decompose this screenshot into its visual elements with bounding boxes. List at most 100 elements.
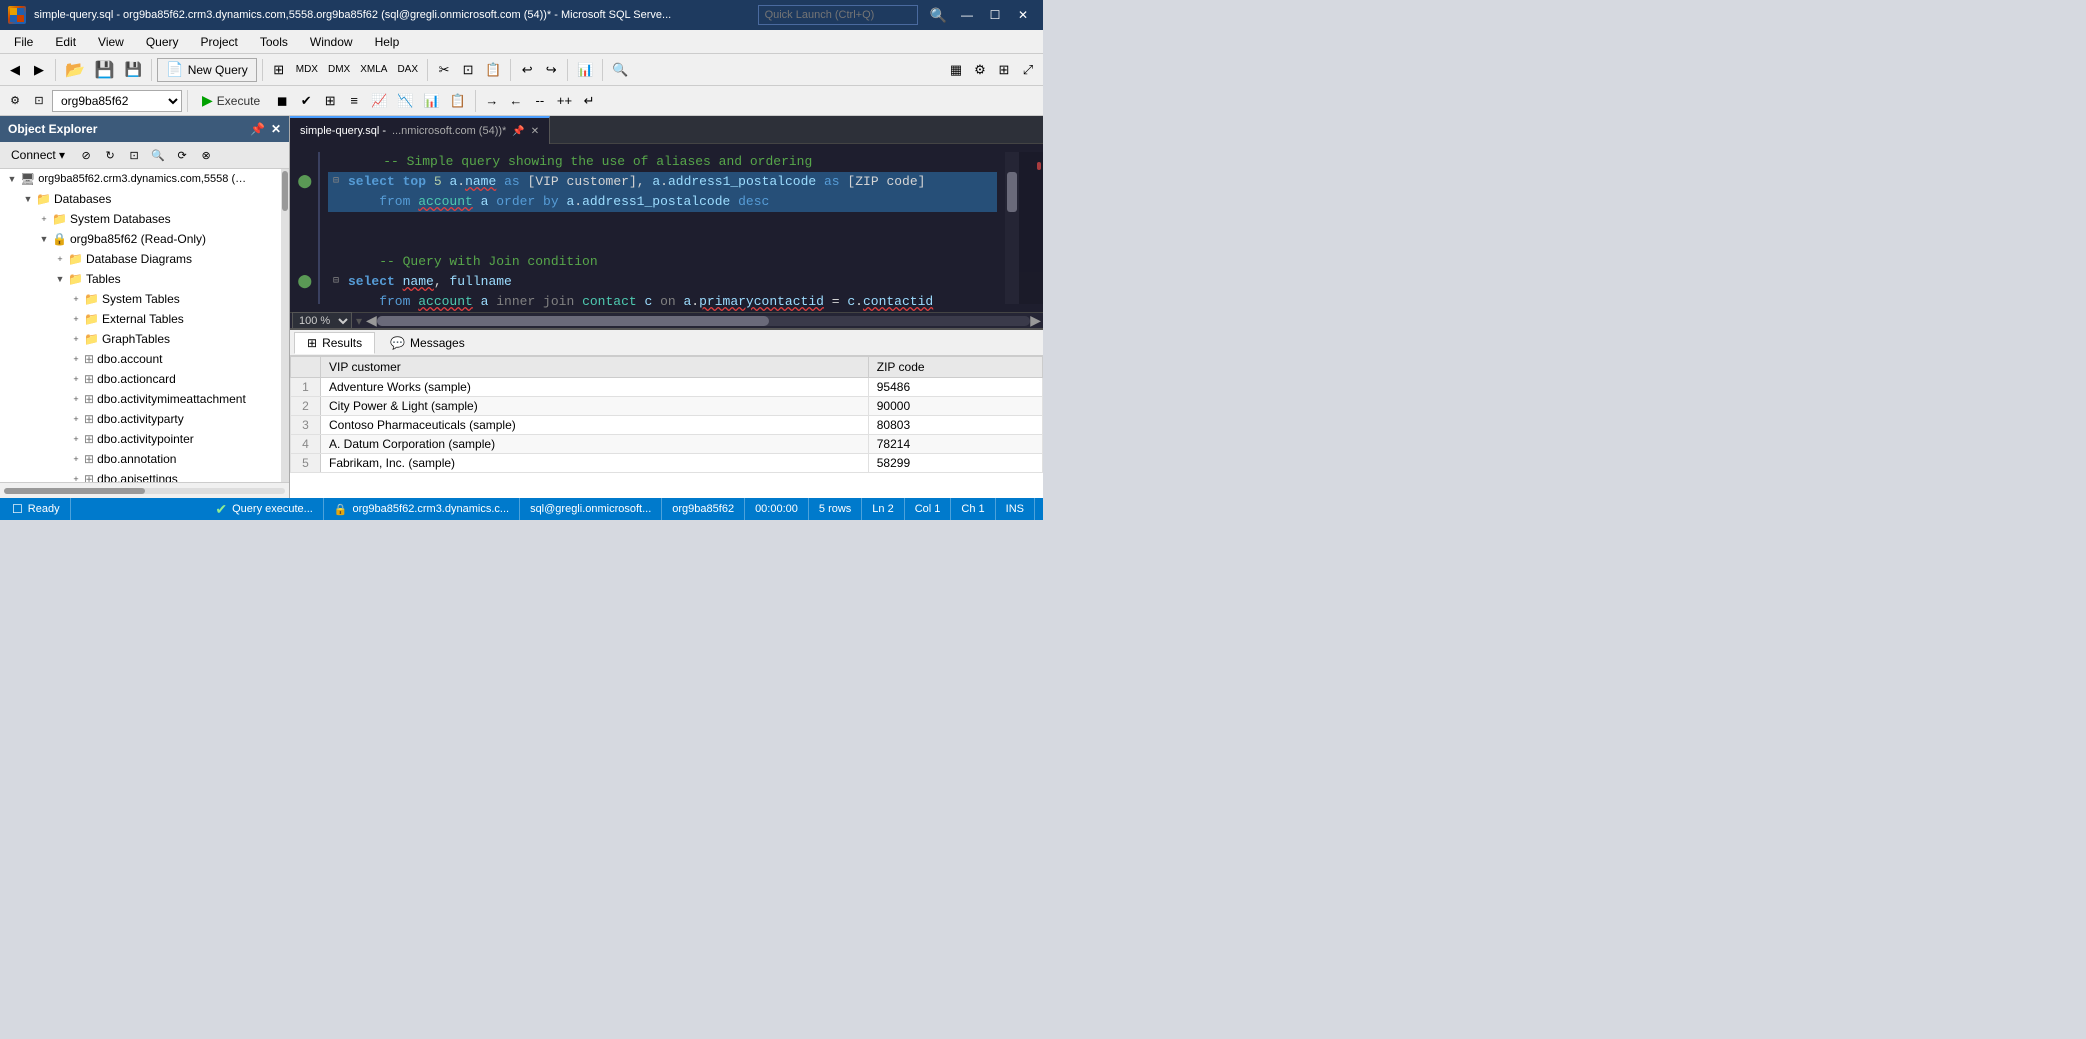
refresh2-button[interactable]: ⟳ <box>172 145 192 165</box>
menu-edit[interactable]: Edit <box>45 32 86 52</box>
outdent-button[interactable]: ← <box>505 89 527 113</box>
oe-hscrollbar[interactable] <box>0 482 289 498</box>
oe-close-icon[interactable]: ✕ <box>271 122 281 136</box>
layout-button2[interactable]: ⊞ <box>993 58 1015 82</box>
tree-graph-tables[interactable]: + 📁 GraphTables <box>0 329 289 349</box>
zoom-dropdown-icon[interactable]: ▾ <box>356 314 362 328</box>
server-expand-icon[interactable]: ▼ <box>4 171 20 187</box>
editor-lines[interactable]: -- Simple query showing the use of alias… <box>320 152 1005 304</box>
hscroll-track[interactable] <box>377 316 1030 326</box>
close-button[interactable]: ✕ <box>1011 5 1035 25</box>
actioncard-expand-icon[interactable]: + <box>68 371 84 387</box>
account-expand-icon[interactable]: + <box>68 351 84 367</box>
object-explorer-tree[interactable]: ▼ 🖥 org9ba85f62.crm3.dynamics.com,5558 (… <box>0 169 289 482</box>
disconnect-button[interactable]: ⊘ <box>76 145 96 165</box>
expand-button[interactable]: ⤢ <box>1017 58 1039 82</box>
collapse-icon-1[interactable]: ⊟ <box>328 172 344 192</box>
apisettings-expand-icon[interactable]: + <box>68 471 84 482</box>
parse-button[interactable]: ✔ <box>295 89 317 113</box>
tree-server-node[interactable]: ▼ 🖥 org9ba85f62.crm3.dynamics.com,5558 (… <box>0 169 289 189</box>
zoom-select[interactable]: 100 % <box>292 312 352 330</box>
table-row[interactable]: 5 Fabrikam, Inc. (sample) 58299 <box>291 454 1043 473</box>
ext-tables-expand-icon[interactable]: + <box>68 311 84 327</box>
actual-plan-button[interactable]: 📈 <box>367 89 391 113</box>
list-item[interactable]: + ⊞ dbo.activitypointer <box>0 429 289 449</box>
undo-button[interactable]: ↩ <box>516 58 538 82</box>
annotation-expand-icon[interactable]: + <box>68 451 84 467</box>
filter-active-button[interactable]: 🔍 <box>148 145 168 165</box>
mdx-button[interactable]: MDX <box>292 58 322 82</box>
back-button[interactable]: ◀ <box>4 58 26 82</box>
filter-button[interactable]: 🔍 <box>608 58 632 82</box>
comment-button[interactable]: -- <box>529 89 551 113</box>
list-item[interactable]: + ⊞ dbo.annotation <box>0 449 289 469</box>
menu-view[interactable]: View <box>88 32 134 52</box>
paste-copy-button[interactable]: ⊡ <box>457 58 479 82</box>
scroll-left-button[interactable]: ◀ <box>366 312 377 329</box>
tables-expand-icon[interactable]: ▼ <box>52 271 68 287</box>
menu-tools[interactable]: Tools <box>250 32 298 52</box>
table-row[interactable]: 4 A. Datum Corporation (sample) 78214 <box>291 435 1043 454</box>
refresh-oe-button[interactable]: ↻ <box>100 145 120 165</box>
tab-close-icon[interactable]: ✕ <box>531 126 539 137</box>
dmx-button[interactable]: DMX <box>324 58 354 82</box>
maximize-button[interactable]: ☐ <box>983 5 1007 25</box>
forward-button[interactable]: ▶ <box>28 58 50 82</box>
filter2-button[interactable]: ⊡ <box>28 89 50 113</box>
menu-file[interactable]: File <box>4 32 43 52</box>
sql-tab-simple-query[interactable]: simple-query.sql - ...nmicrosoft.com (54… <box>290 116 550 144</box>
collapse-icon-2[interactable]: ⊟ <box>328 272 344 292</box>
tree-external-tables[interactable]: + 📁 External Tables <box>0 309 289 329</box>
open-file-button[interactable]: 📂 <box>61 58 89 82</box>
table-row[interactable]: 3 Contoso Pharmaceuticals (sample) 80803 <box>291 416 1043 435</box>
layout-button1[interactable]: ▦ <box>945 58 967 82</box>
statistics-button[interactable]: 📋 <box>446 89 470 113</box>
activitypointer-expand-icon[interactable]: + <box>68 431 84 447</box>
quick-launch-input[interactable] <box>758 5 918 25</box>
list-item[interactable]: + ⊞ dbo.account <box>0 349 289 369</box>
editor-hscrollbar[interactable]: 100 % ▾ ◀ ▶ <box>290 312 1043 328</box>
stop-button[interactable]: ◼ <box>271 89 293 113</box>
minimize-button[interactable]: — <box>955 5 979 25</box>
menu-project[interactable]: Project <box>191 32 248 52</box>
activityparty-expand-icon[interactable]: + <box>68 411 84 427</box>
activity-monitor-button[interactable]: 📊 <box>573 58 597 82</box>
settings-button[interactable]: ⚙ <box>969 58 991 82</box>
dax-button[interactable]: DAX <box>393 58 422 82</box>
uncomment-button[interactable]: ++ <box>553 89 576 113</box>
wordwrap-button[interactable]: ↵ <box>578 89 600 113</box>
sys-tables-expand-icon[interactable]: + <box>68 291 84 307</box>
sql-editor[interactable]: ⬤ ⬤ -- Simple query showing the use o <box>290 144 1043 312</box>
indent-button[interactable]: → <box>481 89 503 113</box>
execute-button[interactable]: ▶ Execute <box>193 89 269 113</box>
clipboard-button[interactable]: 📋 <box>481 58 505 82</box>
menu-window[interactable]: Window <box>300 32 363 52</box>
copy-button[interactable]: ⊞ <box>268 58 290 82</box>
new-query-button[interactable]: 📄 New Query <box>157 58 256 82</box>
table-row[interactable]: 1 Adventure Works (sample) 95486 <box>291 378 1043 397</box>
sys-db-expand-icon[interactable]: + <box>36 211 52 227</box>
client-stats-button[interactable]: 📊 <box>420 89 444 113</box>
editor-vscrollbar[interactable] <box>1005 152 1019 304</box>
list-item[interactable]: + ⊞ dbo.activitymimeattachment <box>0 389 289 409</box>
list-item[interactable]: + ⊞ dbo.actioncard <box>0 369 289 389</box>
activitymime-expand-icon[interactable]: + <box>68 391 84 407</box>
stop-oe-button[interactable]: ⊗ <box>196 145 216 165</box>
list-item[interactable]: + ⊞ dbo.activityparty <box>0 409 289 429</box>
menu-help[interactable]: Help <box>365 32 410 52</box>
table-row[interactable]: 2 City Power & Light (sample) 90000 <box>291 397 1043 416</box>
graph-expand-icon[interactable]: + <box>68 331 84 347</box>
redo-button[interactable]: ↪ <box>540 58 562 82</box>
tree-org-db[interactable]: ▼ 🔒 org9ba85f62 (Read-Only) <box>0 229 289 249</box>
oe-vscrollbar[interactable] <box>281 169 289 482</box>
tree-tables-folder[interactable]: ▼ 📁 Tables <box>0 269 289 289</box>
tab-pin-icon[interactable]: 📌 <box>512 126 524 137</box>
tree-databases-folder[interactable]: ▼ 📁 Databases <box>0 189 289 209</box>
connect-button[interactable]: Connect ▾ <box>4 145 72 165</box>
databases-expand-icon[interactable]: ▼ <box>20 191 36 207</box>
save-all-button[interactable]: 💾 <box>121 58 146 82</box>
filter-oe-button[interactable]: ⊡ <box>124 145 144 165</box>
menu-query[interactable]: Query <box>136 32 189 52</box>
scroll-right-button[interactable]: ▶ <box>1030 312 1041 329</box>
tree-system-tables[interactable]: + 📁 System Tables <box>0 289 289 309</box>
